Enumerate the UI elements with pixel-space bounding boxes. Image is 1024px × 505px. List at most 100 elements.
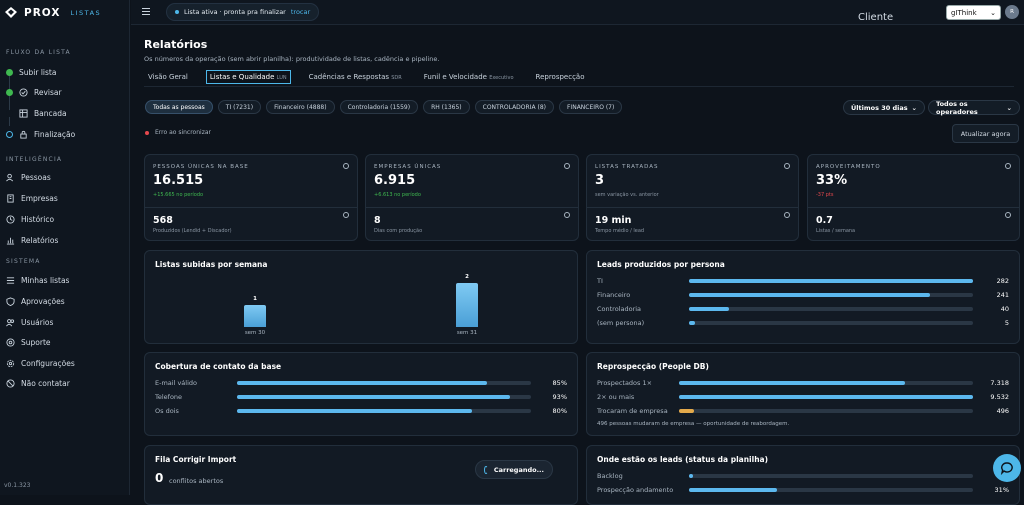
operators-select[interactable]: Todos os operadores ⌄ (928, 100, 1020, 116)
client-label: Cliente (858, 12, 894, 23)
bar-label: Prospectados 1× (597, 379, 653, 387)
kpi-secondary-label: Produzidos (Lendid + Discador) (153, 228, 232, 234)
card-title: Reprospecção (People DB) (597, 362, 709, 371)
tab-reprospeccao[interactable]: Reprospecção (532, 70, 589, 84)
info-icon[interactable] (784, 212, 790, 218)
chip-todas[interactable]: Todas as pessoas (145, 100, 213, 114)
bar-label: E-mail válido (155, 379, 197, 387)
chip-controladoria-upper[interactable]: CONTROLADORIA (8) (474, 100, 554, 114)
sidebar-item-finalizacao[interactable]: Finalização (6, 126, 126, 142)
info-icon[interactable] (1005, 163, 1011, 169)
status-dot-icon (175, 10, 179, 14)
bar-value: 31% (994, 486, 1009, 494)
spinner-icon (484, 465, 488, 474)
bar-fill (679, 395, 973, 399)
app-version: v0.1.323 (4, 482, 31, 489)
info-icon[interactable] (343, 163, 349, 169)
card-title: Listas subidas por semana (155, 260, 268, 269)
switch-list-link[interactable]: trocar (291, 8, 310, 16)
bar-track (679, 409, 973, 413)
chip-controladoria[interactable]: Controladoria (1559) (339, 100, 419, 114)
info-icon[interactable] (1005, 212, 1011, 218)
tab-listas-qualidade[interactable]: Listas e Qualidade LUN (205, 70, 291, 84)
bar-label: Trocaram de empresa (597, 407, 668, 415)
bar-fill (237, 409, 473, 413)
sidebar-item-subir-lista[interactable]: Subir lista (6, 64, 126, 80)
bar-label: Controladoria (597, 305, 642, 313)
chat-button[interactable] (993, 454, 1021, 482)
bar-track (237, 395, 531, 399)
kpi-card-listas: LISTAS TRATADAS 3 sem variação vs. anter… (586, 154, 799, 241)
card-title: Onde estão os leads (status da planilha) (597, 455, 769, 464)
tab-divider (144, 86, 1014, 87)
refresh-button[interactable]: Atualizar agora (952, 124, 1019, 143)
sidebar-item-revisar[interactable]: Revisar (6, 84, 126, 100)
sidebar-item-empresas[interactable]: Empresas (6, 190, 126, 206)
main: Relatórios Os números da operação (sem a… (131, 26, 1024, 505)
bar-fill (689, 488, 778, 492)
tab-funil[interactable]: Funil e Velocidade Executivo (420, 70, 518, 84)
chevron-down-icon: ⌄ (911, 103, 917, 112)
bar-value: 241 (996, 291, 1009, 299)
sidebar-item-suporte[interactable]: Suporte (6, 334, 126, 350)
tab-label: Visão Geral (148, 73, 188, 81)
bar-row: E-mail válido 85% (155, 377, 567, 389)
tab-visao-geral[interactable]: Visão Geral (144, 70, 192, 84)
reprospect-note: 496 pessoas mudaram de empresa — oportun… (597, 421, 790, 427)
sidebar-item-nao-contatar[interactable]: Não contatar (6, 375, 126, 391)
loading-text: Carregando... (493, 465, 544, 474)
conflicts-label: conflitos abertos (169, 477, 224, 485)
kpi-secondary-label: Tempo médio / lead (595, 228, 645, 234)
logo[interactable]: PROX LISTAS (4, 6, 101, 19)
tab-badge: LUN (276, 75, 287, 81)
sidebar-item-usuarios[interactable]: Usuários (6, 314, 126, 330)
info-icon[interactable] (564, 212, 570, 218)
bar-track (237, 381, 531, 385)
chip-rh[interactable]: RH (1365) (423, 100, 470, 114)
bar-track (689, 474, 973, 478)
leads-persona-card: Leads produzidos por persona TI 282 Financ… (586, 250, 1020, 344)
chip-ti[interactable]: TI (7231) (217, 100, 262, 114)
tab-cadencias[interactable]: Cadências e Respostas SDR (305, 70, 406, 84)
sidebar-item-aprovacoes[interactable]: Aprovações (6, 293, 126, 309)
info-icon[interactable] (564, 163, 570, 169)
clock-icon (6, 214, 15, 224)
sidebar-item-configuracoes[interactable]: Configurações (6, 355, 126, 371)
bar-value: 40 (1000, 305, 1009, 313)
bar-row: Backlog (597, 470, 1009, 482)
tab-label: Funil e Velocidade (423, 73, 487, 81)
period-value: Últimos 30 dias (851, 103, 908, 112)
sidebar-item-pessoas[interactable]: Pessoas (6, 169, 126, 185)
building-icon (7, 193, 14, 203)
chip-financeiro-upper[interactable]: FINANCEIRO (7) (558, 100, 623, 114)
conflicts-count: 0 (155, 471, 164, 485)
sidebar-item-relatorios[interactable]: Relatórios (6, 232, 126, 248)
weekly-lists-card: Listas subidas por semana 1 sem 30 2 sem 31 (144, 250, 578, 344)
sidebar-item-bancada[interactable]: Bancada (6, 105, 126, 121)
bar-row: Telefone 93% (155, 391, 567, 403)
bar-fill (689, 293, 931, 297)
info-icon[interactable] (343, 212, 349, 218)
bar-track (237, 409, 531, 413)
sidebar-item-label: Usuários (21, 317, 54, 327)
chip-financeiro[interactable]: Financeiro (4888) (266, 100, 335, 114)
sidebar-item-minhas-listas[interactable]: Minhas listas (6, 272, 126, 288)
weekly-bar[interactable] (456, 283, 478, 327)
kpi-card-empresas: EMPRESAS ÚNICAS 6.915 +6.613 no período … (365, 154, 579, 241)
kpi-card-pessoas: PESSOAS ÚNICAS NA BASE 16.515 +15.665 no… (144, 154, 358, 241)
menu-icon[interactable] (142, 8, 150, 15)
bar-track (689, 488, 973, 492)
chat-icon (1000, 462, 1013, 475)
period-select[interactable]: Últimos 30 dias ⌄ (843, 100, 925, 115)
avatar[interactable]: R (1005, 5, 1019, 19)
sidebar-item-historico[interactable]: Histórico (6, 211, 126, 227)
bar-fill (689, 474, 694, 478)
sidebar-item-label: Configurações (21, 358, 75, 368)
info-icon[interactable] (784, 163, 790, 169)
card-title: Fila Corrigir Import (155, 455, 237, 464)
weekly-bar[interactable] (244, 305, 266, 327)
kpi-label: EMPRESAS ÚNICAS (374, 164, 442, 170)
shield-icon (6, 296, 15, 306)
bar-row: Os dois 80% (155, 405, 567, 417)
client-select[interactable]: gIThink ⌄ (946, 5, 1001, 20)
